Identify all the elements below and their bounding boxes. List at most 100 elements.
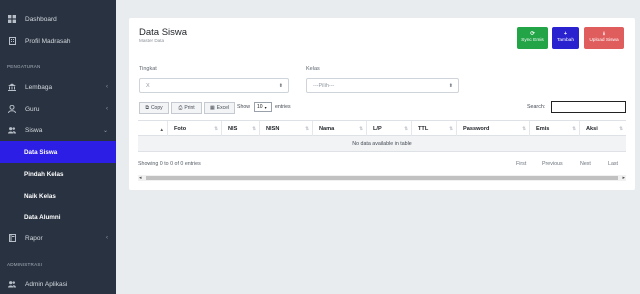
sub-nav-data-alumni[interactable]: Data Alumni: [0, 206, 116, 228]
nav-lembaga[interactable]: Lembaga ‹: [0, 76, 116, 98]
copy-label: Copy: [150, 105, 163, 111]
tambah-button[interactable]: + Tambah: [552, 27, 579, 49]
sub-nav-data-siswa[interactable]: Data Siswa: [0, 141, 116, 163]
tambah-label: Tambah: [556, 38, 575, 44]
sub-nav-label: Data Siswa: [24, 148, 58, 156]
column-header-ttl[interactable]: TTL ⇅: [412, 121, 457, 137]
entries-select[interactable]: 10 ▾: [254, 102, 272, 112]
tingkat-label: Tingkat: [139, 66, 157, 72]
column-label: NISN: [266, 126, 280, 132]
column-header-nis[interactable]: NIS ⇅: [222, 121, 260, 137]
sub-nav-label: Data Alumni: [24, 213, 61, 221]
nav-siswa-label: Siswa: [25, 126, 43, 134]
section-header-administrasi: ADMINISTRASI: [7, 262, 43, 267]
copy-icon: ⧉: [145, 105, 149, 111]
pagination-previous[interactable]: Previous: [542, 161, 563, 167]
user-icon: [8, 105, 16, 113]
nav-rapor-label: Rapor: [25, 234, 43, 242]
table-empty-row: No data available in table: [138, 136, 626, 152]
column-label: L/P: [373, 126, 382, 132]
column-header-lp[interactable]: L/P ⇅: [367, 121, 412, 137]
column-label: Foto: [174, 126, 187, 132]
sort-icon: ⇅: [619, 126, 623, 131]
chevron-updown-icon: ⬍: [278, 82, 283, 89]
dashboard-icon: [8, 15, 16, 23]
scroll-right-icon[interactable]: ▸: [622, 175, 625, 181]
column-label: Emis: [536, 126, 550, 132]
column-label: Aksi: [586, 126, 598, 132]
sort-icon: ⇅: [305, 126, 309, 131]
chevron-left-icon: ‹: [106, 235, 108, 241]
chevron-down-icon: ⌄: [102, 127, 108, 134]
table-header: ▲ Foto ⇅ NIS ⇅ NISN ⇅ Nama ⇅ L/P ⇅ TTL ⇅…: [138, 120, 626, 137]
users-icon: [8, 280, 16, 288]
nav-rapor[interactable]: Rapor ‹: [0, 227, 116, 249]
nav-guru[interactable]: Guru ‹: [0, 98, 116, 120]
sub-nav-naik-kelas[interactable]: Naik Kelas: [0, 185, 116, 207]
upload-siswa-button[interactable]: ⭳ Upload Siswa: [584, 27, 624, 49]
nav-admin-label: Admin Aplikasi: [25, 280, 68, 288]
kelas-value: ---Pilih---: [313, 82, 335, 89]
nav-dashboard[interactable]: Dashboard: [0, 8, 116, 30]
data-siswa-card: Data Siswa Master Data ⟳ Sync Emis + Tam…: [129, 18, 635, 190]
copy-button[interactable]: ⧉ Copy: [139, 102, 169, 114]
excel-icon: ▦: [210, 105, 215, 111]
chevron-down-icon: ▾: [264, 104, 267, 110]
horizontal-scrollbar[interactable]: ◂ ▸: [138, 175, 626, 181]
table-info: Showing 0 to 0 of 0 entries: [138, 161, 201, 167]
sort-icon: ⇅: [522, 126, 526, 131]
column-header-password[interactable]: Password ⇅: [457, 121, 530, 137]
column-header-sort[interactable]: ▲: [138, 121, 168, 137]
sort-icon: ⇅: [404, 126, 408, 131]
pagination-next[interactable]: Next: [580, 161, 591, 167]
scrollbar-thumb[interactable]: [146, 176, 618, 180]
pagination-last[interactable]: Last: [608, 161, 618, 167]
page-title: Data Siswa: [139, 27, 188, 38]
sort-icon: ⇅: [359, 126, 363, 131]
page-subtitle: Master Data: [139, 38, 165, 43]
users-icon: [8, 126, 16, 134]
building-icon: [8, 37, 16, 45]
column-header-nama[interactable]: Nama ⇅: [313, 121, 367, 137]
column-label: TTL: [418, 126, 429, 132]
nav-profil-madrasah[interactable]: Profil Madrasah: [0, 30, 116, 52]
sub-nav-pindah-kelas[interactable]: Pindah Kelas: [0, 163, 116, 185]
column-label: Password: [463, 126, 490, 132]
column-header-nisn[interactable]: NISN ⇅: [260, 121, 313, 137]
nav-guru-label: Guru: [25, 105, 40, 113]
section-header-pengaturan: PENGATURAN: [7, 64, 41, 69]
print-icon: ⎙: [178, 105, 183, 111]
column-header-aksi[interactable]: Aksi ⇅: [580, 121, 626, 137]
excel-button[interactable]: ▦ Excel: [204, 102, 235, 114]
sync-emis-button[interactable]: ⟳ Sync Emis: [517, 27, 548, 49]
pagination-first[interactable]: First: [516, 161, 526, 167]
excel-label: Excel: [216, 105, 229, 111]
scroll-left-icon[interactable]: ◂: [139, 175, 142, 181]
sort-icon: ⇅: [214, 126, 218, 131]
sidebar: Dashboard Profil Madrasah PENGATURAN Lem…: [0, 0, 116, 294]
sync-emis-label: Sync Emis: [521, 38, 544, 44]
sub-nav-label: Pindah Kelas: [24, 170, 64, 178]
print-label: Print: [184, 105, 195, 111]
entries-label: entries: [275, 104, 291, 110]
search-input[interactable]: [551, 101, 626, 113]
nav-admin-aplikasi[interactable]: Admin Aplikasi: [0, 273, 116, 294]
book-icon: [8, 234, 16, 242]
sort-asc-icon: ▲: [159, 126, 164, 132]
column-header-foto[interactable]: Foto ⇅: [168, 121, 222, 137]
chevron-left-icon: ‹: [106, 106, 108, 112]
column-header-emis[interactable]: Emis ⇅: [530, 121, 580, 137]
institution-icon: [8, 83, 16, 91]
nav-siswa[interactable]: Siswa ⌄: [0, 119, 116, 141]
tingkat-select[interactable]: X ⬍: [139, 78, 289, 93]
nav-profil-label: Profil Madrasah: [25, 37, 71, 45]
kelas-select[interactable]: ---Pilih--- ⬍: [306, 78, 459, 93]
sub-nav-label: Naik Kelas: [24, 192, 56, 200]
nav-dashboard-label: Dashboard: [25, 15, 57, 23]
sort-icon: ⇅: [252, 126, 256, 131]
tingkat-value: X: [146, 82, 150, 89]
search-label: Search:: [527, 104, 546, 110]
print-button[interactable]: ⎙ Print: [171, 102, 202, 114]
column-label: NIS: [228, 126, 238, 132]
sort-icon: ⇅: [572, 126, 576, 131]
